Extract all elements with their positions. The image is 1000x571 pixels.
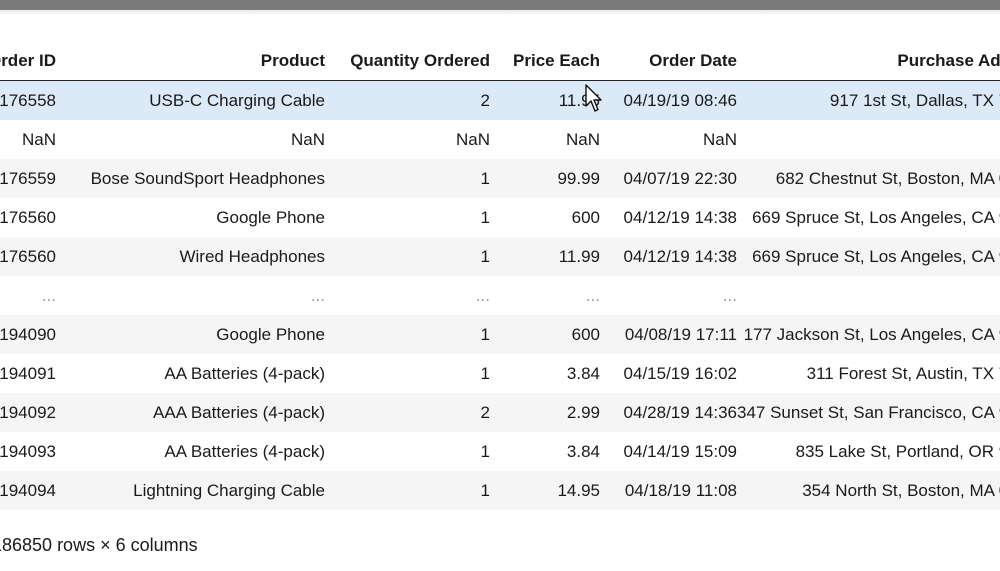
- ellipsis-row[interactable]: ...............: [0, 276, 1000, 315]
- cell-purchase-address: 669 Spruce St, Los Angeles, CA 90001: [752, 246, 1000, 266]
- cell-purchase-address: 311 Forest St, Austin, TX 73301: [806, 363, 1000, 383]
- table-row[interactable]: 194093 AA Batteries (4-pack) 1 3.84 04/14/19…: [0, 432, 1000, 471]
- mouse-cursor-icon: [585, 84, 602, 112]
- cell-order-date: 04/08/19 17:11: [624, 324, 737, 344]
- cell-order-date: 04/12/19 14:38: [623, 246, 737, 266]
- cell-purchase-address: 347 Sunset St, San Francisco, CA 94016: [737, 402, 1000, 422]
- cell-product: Wired Headphones: [179, 246, 325, 266]
- cell-order-id: 194093: [0, 441, 56, 461]
- cell-order-date: 04/18/19 11:08: [624, 480, 737, 500]
- cell-order-id: 194092: [0, 402, 56, 422]
- table-row[interactable]: 194094 Lightning Charging Cable 1 14.95 04/1…: [0, 471, 1000, 510]
- cell-price-each: NaN: [565, 129, 600, 149]
- table-row[interactable]: NaN NaN NaN NaN NaN: [0, 120, 1000, 159]
- column-header-product: Product: [60, 42, 325, 81]
- cell-product: AA Batteries (4-pack): [164, 363, 325, 383]
- column-header-price-each: Price Each: [490, 42, 600, 81]
- cell-quantity-ordered: 1: [480, 363, 490, 383]
- cell-product: Lightning Charging Cable: [133, 480, 325, 500]
- cell-order-id: 176559: [0, 168, 56, 188]
- cell-order-date: 04/12/19 14:38: [623, 207, 737, 227]
- table-row[interactable]: 176560 Google Phone 1 600 04/12/19 14:38 669 …: [0, 198, 1000, 237]
- cell-quantity-ordered: 1: [480, 168, 490, 188]
- cell-product: Google Phone: [216, 207, 325, 227]
- table-row[interactable]: 176559 Bose SoundSport Headphones 1 99.99 04…: [0, 159, 1000, 198]
- cell-price-each: 600: [571, 324, 600, 344]
- cell-price-each: 600: [571, 207, 600, 227]
- dataframe-container: Order ID Product Quantity Ordered Price …: [0, 42, 1000, 510]
- cell-order-id: 194091: [0, 363, 56, 383]
- cell-order-date: 04/28/19 14:36: [623, 402, 737, 422]
- dataframe-shape-text: 186850 rows × 6 columns: [0, 535, 198, 555]
- cell-quantity-ordered: 1: [480, 246, 490, 266]
- cell-purchase-address: [737, 276, 1000, 315]
- column-header-order-date: Order Date: [600, 42, 737, 81]
- cell-order-date: 04/19/19 08:46: [623, 90, 737, 110]
- cell-order-date: 04/14/19 15:09: [623, 441, 737, 461]
- cell-quantity-ordered: 2: [480, 90, 490, 110]
- cell-order-date: ...: [722, 285, 737, 305]
- cell-product: Google Phone: [216, 324, 325, 344]
- cell-product: ...: [310, 285, 325, 305]
- cell-price-each: 99.99: [557, 168, 600, 188]
- cell-price-each: 11.99: [558, 246, 600, 266]
- cell-purchase-address: 682 Chestnut St, Boston, MA 02215: [775, 168, 1000, 188]
- header-row: Order ID Product Quantity Ordered Price …: [0, 42, 1000, 81]
- dataframe-table: Order ID Product Quantity Ordered Price …: [0, 42, 1000, 510]
- cell-price-each: 2.99: [566, 402, 600, 422]
- cell-order-date: 04/07/19 22:30: [623, 168, 737, 188]
- cell-product: NaN: [290, 129, 325, 149]
- cell-order-id: NaN: [21, 129, 56, 149]
- column-header-quantity-ordered: Quantity Ordered: [325, 42, 490, 81]
- cell-quantity-ordered: 1: [480, 480, 490, 500]
- table-body: 176558 USB-C Charging Cable 2 11.95 04/19/19…: [0, 80, 1000, 510]
- cell-product: AAA Batteries (4-pack): [153, 402, 325, 422]
- window-top-bar: [0, 0, 1000, 10]
- cell-purchase-address: 354 North St, Boston, MA 02215: [802, 480, 1000, 500]
- cell-quantity-ordered: 1: [480, 324, 490, 344]
- cell-price-each: 14.95: [557, 480, 600, 500]
- cell-quantity-ordered: NaN: [455, 129, 490, 149]
- cell-order-id: 194090: [0, 324, 56, 344]
- cell-order-date: 04/15/19 16:02: [623, 363, 737, 383]
- column-header-order-id: Order ID: [0, 42, 60, 81]
- notebook-output-area: Order ID Product Quantity Ordered Price …: [0, 0, 1000, 571]
- cell-quantity-ordered: ...: [475, 285, 490, 305]
- cell-order-date: NaN: [702, 129, 737, 149]
- cell-price-each: ...: [585, 285, 600, 305]
- cell-purchase-address: 917 1st St, Dallas, TX 75001: [829, 90, 1000, 110]
- column-header-purchase-address: Purchase Address: [737, 42, 1000, 81]
- cell-quantity-ordered: 1: [480, 441, 490, 461]
- cell-purchase-address: 669 Spruce St, Los Angeles, CA 90001: [752, 207, 1000, 227]
- cell-purchase-address: 177 Jackson St, Los Angeles, CA 90001: [743, 324, 1000, 344]
- table-row[interactable]: 176558 USB-C Charging Cable 2 11.95 04/19/19…: [0, 80, 1000, 120]
- cell-order-id: 176560: [0, 207, 56, 227]
- table-row[interactable]: 194090 Google Phone 1 600 04/08/19 17:11 177 …: [0, 315, 1000, 354]
- cell-purchase-address: 835 Lake St, Portland, OR 97035: [795, 441, 1000, 461]
- table-row[interactable]: 194091 AA Batteries (4-pack) 1 3.84 04/15/19…: [0, 354, 1000, 393]
- cell-quantity-ordered: 1: [480, 207, 490, 227]
- cell-product: USB-C Charging Cable: [149, 90, 325, 110]
- cell-product: AA Batteries (4-pack): [164, 441, 325, 461]
- cell-order-id: 194094: [0, 480, 56, 500]
- cell-order-id: 176558: [0, 90, 56, 110]
- top-bar-shadow: [0, 10, 1000, 16]
- cell-order-id: ...: [41, 285, 56, 305]
- cell-order-id: 176560: [0, 246, 56, 266]
- cell-product: Bose SoundSport Headphones: [90, 168, 325, 188]
- table-row[interactable]: 176560 Wired Headphones 1 11.99 04/12/19 14:…: [0, 237, 1000, 276]
- cell-purchase-address: [737, 120, 1000, 159]
- cell-quantity-ordered: 2: [480, 402, 490, 422]
- cell-price-each: 3.84: [566, 363, 600, 383]
- table-row[interactable]: 194092 AAA Batteries (4-pack) 2 2.99 04/28/1…: [0, 393, 1000, 432]
- cell-price-each: 3.84: [566, 441, 600, 461]
